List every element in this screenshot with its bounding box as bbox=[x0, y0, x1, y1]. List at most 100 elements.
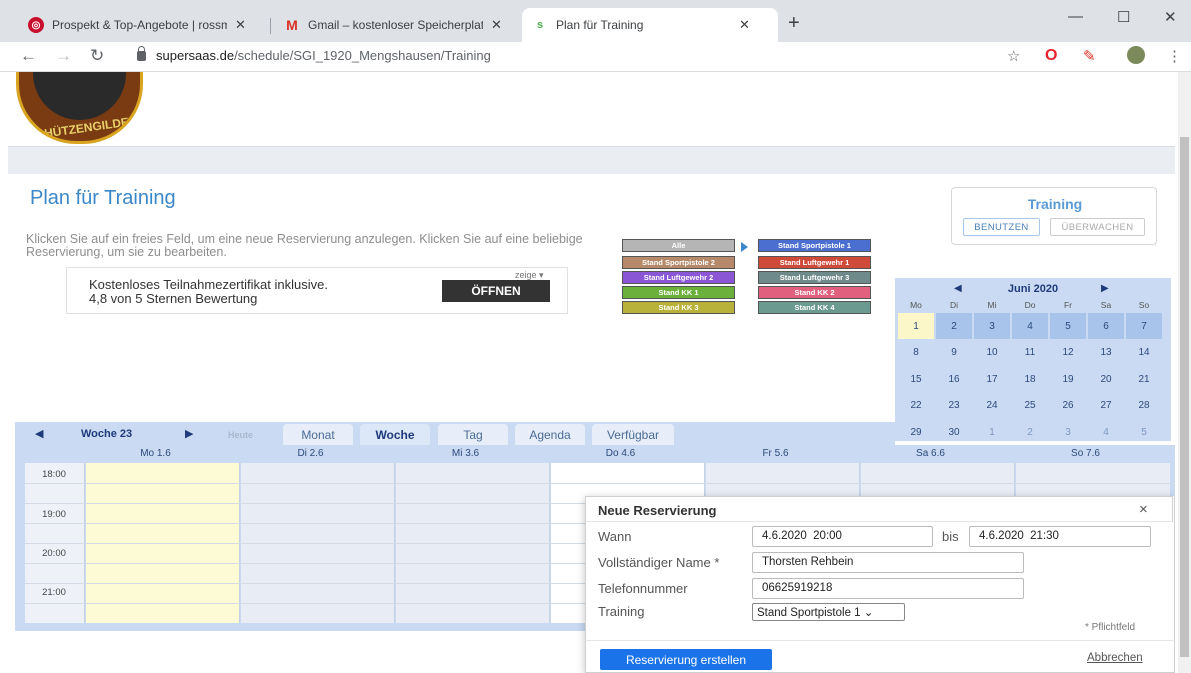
time-label: 20:00 bbox=[42, 548, 66, 559]
weekday-label: Mi bbox=[987, 300, 997, 310]
calendar-day[interactable]: 22 bbox=[898, 393, 934, 419]
minimize-icon[interactable]: — bbox=[1068, 8, 1083, 25]
time-label: 19:00 bbox=[42, 509, 66, 520]
close-icon[interactable]: × bbox=[1139, 501, 1148, 518]
bookmark-star-icon[interactable]: ☆ bbox=[1007, 47, 1020, 65]
calendar-day[interactable]: 8 bbox=[898, 340, 934, 366]
scrollbar-thumb[interactable] bbox=[1180, 137, 1189, 657]
calendar-day[interactable]: 1 bbox=[898, 313, 934, 339]
weekday-label: Di bbox=[949, 300, 959, 310]
window-close-icon[interactable]: ✕ bbox=[1164, 8, 1177, 26]
calendar-day[interactable]: 26 bbox=[1050, 393, 1086, 419]
tab-tag[interactable]: Tag bbox=[438, 424, 508, 445]
url-path: /schedule/SGI_1920_Mengshausen/Training bbox=[234, 48, 491, 63]
legend-luftgewehr-2[interactable]: Stand Luftgewehr 2 bbox=[622, 271, 735, 284]
calendar-day[interactable]: 2 bbox=[1012, 419, 1048, 445]
week-toolbar: ◀ Woche 23 ▶ Heute Monat Woche Tag Agend… bbox=[15, 422, 895, 445]
calendar-day[interactable]: 18 bbox=[1012, 366, 1048, 392]
calendar-day[interactable]: 29 bbox=[898, 419, 934, 445]
calendar-day[interactable]: 17 bbox=[974, 366, 1010, 392]
legend-luftgewehr-3[interactable]: Stand Luftgewehr 3 bbox=[758, 271, 871, 284]
prev-week-icon[interactable]: ◀ bbox=[35, 427, 43, 440]
calendar-day[interactable]: 4 bbox=[1088, 419, 1124, 445]
calendar-day[interactable]: 16 bbox=[936, 366, 972, 392]
tab-plan-training[interactable]: s Plan für Training ✕ bbox=[522, 8, 778, 42]
legend-kk-1[interactable]: Stand KK 1 bbox=[622, 286, 735, 299]
day-header-do: Do 4.6 bbox=[605, 448, 636, 459]
calendar-day[interactable]: 28 bbox=[1126, 393, 1162, 419]
calendar-day[interactable]: 6 bbox=[1088, 313, 1124, 339]
reload-icon[interactable]: ↻ bbox=[90, 46, 104, 66]
opera-icon[interactable]: O bbox=[1045, 47, 1057, 65]
calendar-day[interactable]: 13 bbox=[1088, 340, 1124, 366]
close-icon[interactable]: ✕ bbox=[235, 17, 246, 33]
back-icon[interactable]: ← bbox=[20, 46, 37, 66]
tab-woche[interactable]: Woche bbox=[360, 424, 430, 445]
legend-luftgewehr-1[interactable]: Stand Luftgewehr 1 bbox=[758, 256, 871, 269]
legend-kk-4[interactable]: Stand KK 4 bbox=[758, 301, 871, 314]
cancel-link[interactable]: Abbrechen bbox=[1087, 652, 1143, 664]
use-button[interactable]: BENUTZEN bbox=[963, 218, 1040, 236]
calendar-day[interactable]: 24 bbox=[974, 393, 1010, 419]
tab-title: Plan für Training bbox=[556, 18, 644, 32]
calendar-day[interactable]: 4 bbox=[1012, 313, 1048, 339]
calendar-day[interactable]: 12 bbox=[1050, 340, 1086, 366]
calendar-day[interactable]: 9 bbox=[936, 340, 972, 366]
advertisement[interactable]: Kostenloses Teilnahmezertifikat inklusiv… bbox=[66, 267, 568, 314]
calendar-day[interactable]: 11 bbox=[1012, 340, 1048, 366]
start-datetime-input[interactable]: 4.6.2020 20:00 bbox=[752, 526, 933, 547]
tab-gmail[interactable]: M Gmail – kostenloser Speicherplatz ✕ bbox=[274, 8, 512, 42]
calendar-day[interactable]: 15 bbox=[898, 366, 934, 392]
legend-kk-3[interactable]: Stand KK 3 bbox=[622, 301, 735, 314]
calendar-day[interactable]: 14 bbox=[1126, 340, 1162, 366]
maximize-icon[interactable]: ☐ bbox=[1117, 8, 1130, 26]
calendar-day[interactable]: 1 bbox=[974, 419, 1010, 445]
calendar-day[interactable]: 21 bbox=[1126, 366, 1162, 392]
calendar-day[interactable]: 30 bbox=[936, 419, 972, 445]
legend-sportpistole-2[interactable]: Stand Sportpistole 2 bbox=[622, 256, 735, 269]
profile-avatar[interactable] bbox=[1127, 46, 1145, 64]
phone-input[interactable]: 06625919218 bbox=[752, 578, 1024, 599]
close-icon[interactable]: ✕ bbox=[491, 17, 502, 33]
monitor-button[interactable]: ÜBERWACHEN bbox=[1050, 218, 1145, 236]
tab-monat[interactable]: Monat bbox=[283, 424, 353, 445]
calendar-day[interactable]: 27 bbox=[1088, 393, 1124, 419]
training-select[interactable]: Stand Sportpistole 1 ⌄ bbox=[752, 603, 905, 621]
tab-verfuegbar[interactable]: Verfügbar bbox=[592, 424, 674, 445]
calendar-day[interactable]: 3 bbox=[974, 313, 1010, 339]
tab-rossmann[interactable]: ◎ Prospekt & Top-Angebote | rossmann ✕ bbox=[18, 8, 256, 42]
calendar-day[interactable]: 7 bbox=[1126, 313, 1162, 339]
calendar-day[interactable]: 20 bbox=[1088, 366, 1124, 392]
gmail-icon: M bbox=[286, 17, 298, 33]
calendar-day[interactable]: 10 bbox=[974, 340, 1010, 366]
legend-all[interactable]: Alle bbox=[622, 239, 735, 252]
new-tab-button[interactable]: + bbox=[788, 12, 800, 35]
ad-open-button[interactable]: ÖFFNEN bbox=[442, 280, 550, 302]
full-name-input[interactable]: Thorsten Rehbein bbox=[752, 552, 1024, 573]
calendar-day[interactable]: 5 bbox=[1050, 313, 1086, 339]
next-week-icon[interactable]: ▶ bbox=[185, 427, 193, 440]
calendar-day[interactable]: 5 bbox=[1126, 419, 1162, 445]
tab-agenda[interactable]: Agenda bbox=[515, 424, 585, 445]
end-datetime-input[interactable]: 4.6.2020 21:30 bbox=[969, 526, 1151, 547]
page-scrollbar[interactable] bbox=[1178, 72, 1191, 673]
calendar-day[interactable]: 3 bbox=[1050, 419, 1086, 445]
calendar-day[interactable]: 23 bbox=[936, 393, 972, 419]
calendar-day[interactable]: 2 bbox=[936, 313, 972, 339]
today-button[interactable]: Heute bbox=[228, 430, 253, 440]
legend-sportpistole-1[interactable]: Stand Sportpistole 1 bbox=[758, 239, 871, 252]
calendar-day[interactable]: 19 bbox=[1050, 366, 1086, 392]
address-bar[interactable]: supersaas.de/schedule/SGI_1920_Mengshaus… bbox=[156, 48, 491, 63]
tab-separator bbox=[270, 18, 271, 34]
chevron-down-icon: ⌄ bbox=[863, 607, 874, 619]
close-icon[interactable]: ✕ bbox=[739, 17, 750, 33]
calendar-day[interactable]: 25 bbox=[1012, 393, 1048, 419]
legend-kk-2[interactable]: Stand KK 2 bbox=[758, 286, 871, 299]
next-month-icon[interactable]: ▶ bbox=[1101, 283, 1109, 294]
page-title: Plan für Training bbox=[30, 187, 176, 209]
ad-text: Kostenloses Teilnahmezertifikat inklusiv… bbox=[89, 278, 328, 306]
forward-icon[interactable]: → bbox=[55, 46, 72, 66]
extension-icon[interactable]: ✎ bbox=[1083, 47, 1096, 65]
menu-dots-icon[interactable]: ⋮ bbox=[1167, 47, 1182, 65]
create-reservation-button[interactable]: Reservierung erstellen bbox=[600, 649, 772, 670]
